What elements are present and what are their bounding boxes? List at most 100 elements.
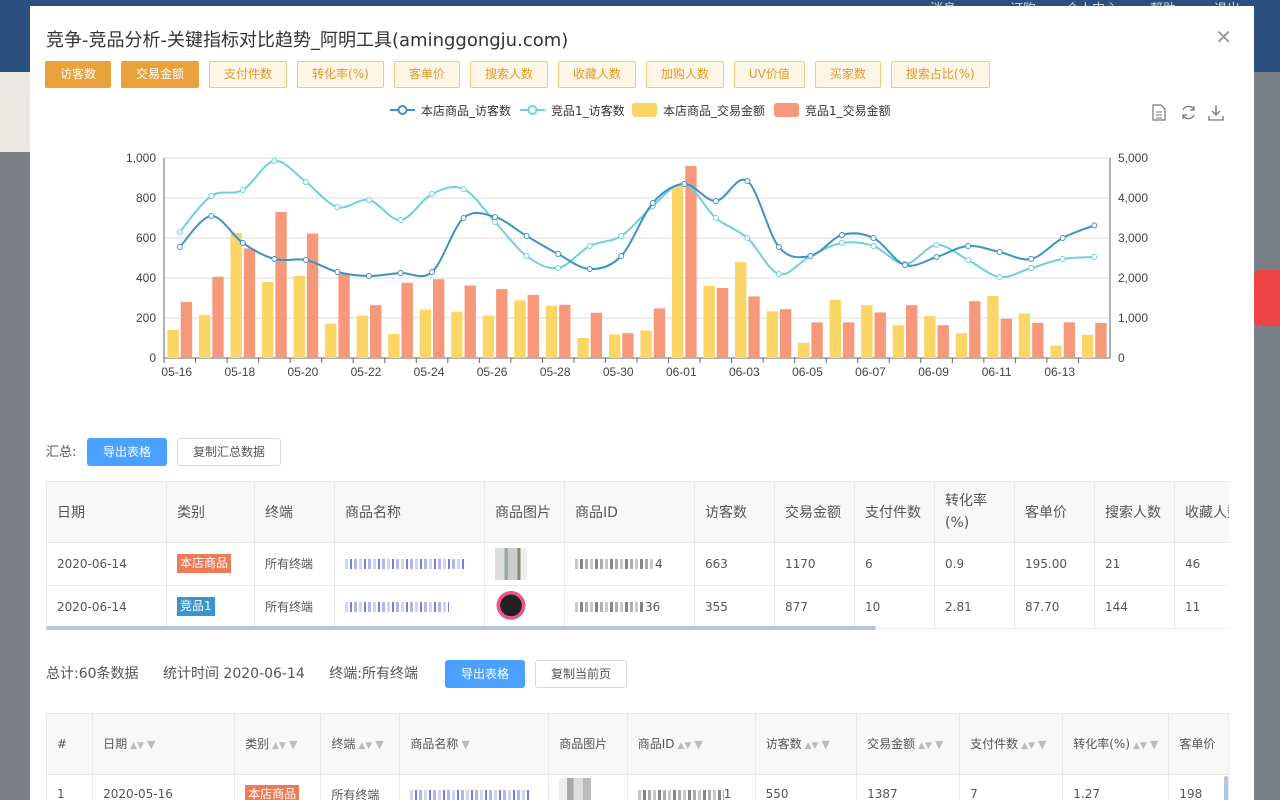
cell-search: 21: [1094, 542, 1175, 586]
detail-column-header[interactable]: 商品ID ▲▼ ▼: [627, 714, 756, 775]
bar-own-amount: [987, 296, 999, 358]
metric-button[interactable]: 转化率(%): [297, 61, 384, 88]
metric-button[interactable]: 交易金额: [121, 61, 200, 88]
point-own-visitors: [618, 253, 625, 259]
summary-column-header: 商品名称: [334, 482, 485, 543]
summary-column-header: 支付件数: [854, 482, 935, 543]
metric-button[interactable]: 搜索占比(%): [890, 61, 990, 88]
copy-summary-button[interactable]: 复制汇总数据: [177, 438, 281, 466]
bar-own-amount: [703, 286, 715, 358]
y-left-tick-label: 0: [149, 351, 156, 365]
point-own-visitors: [492, 214, 499, 220]
cell-index: 1: [47, 774, 94, 800]
detail-column-header[interactable]: 转化率(%) ▲▼ ▼: [1062, 714, 1170, 775]
cell-product-image: [484, 585, 565, 629]
column-label: 商品ID: [637, 737, 675, 752]
detail-column-header[interactable]: 交易金额 ▲▼ ▼: [856, 714, 961, 775]
product-thumbnail[interactable]: [495, 547, 527, 580]
filter-icon[interactable]: ▼: [289, 738, 297, 751]
detail-column-header[interactable]: 终端 ▲▼ ▼: [320, 714, 401, 775]
detail-column-header[interactable]: 支付件数 ▲▼ ▼: [959, 714, 1064, 775]
sort-icon[interactable]: ▲▼: [1133, 741, 1147, 751]
summary-column-header: 搜索人数: [1094, 482, 1175, 543]
type-tag: 竞品1: [177, 597, 215, 616]
legend-label: 本店商品_访客数: [421, 103, 511, 118]
y-left-tick-label: 600: [136, 231, 156, 245]
product-thumbnail[interactable]: [559, 778, 592, 800]
point-comp-visitors: [302, 179, 309, 185]
product-name-blurred[interactable]: [345, 559, 465, 569]
filter-icon[interactable]: ▼: [1150, 738, 1158, 751]
point-comp-visitors: [775, 271, 782, 277]
summary-table-scrollbar[interactable]: [46, 626, 876, 630]
filter-icon[interactable]: ▼: [461, 738, 469, 751]
detail-column-header[interactable]: 访客数 ▲▼ ▼: [755, 714, 858, 775]
sort-icon[interactable]: ▲▼: [918, 741, 932, 751]
detail-table: # 日期 ▲▼ ▼ 类别 ▲▼ ▼ 终端 ▲▼ ▼ 商品名称 ▼ 商品图片 商品ID ▲▼ ▼ 访客数 ▲▼ ▼ 交易…: [46, 713, 1229, 800]
detail-column-header[interactable]: 类别 ▲▼ ▼: [234, 714, 322, 775]
cell-conversion: 0.9: [934, 542, 1015, 586]
filter-icon[interactable]: ▼: [694, 738, 702, 751]
x-tick-label: 05-28: [540, 365, 571, 379]
bar-comp-amount: [369, 305, 382, 358]
point-comp-visitors: [334, 204, 341, 210]
detail-column-header: 商品名称 ▼: [399, 714, 550, 775]
bar-own-amount: [230, 232, 242, 358]
cell-product-name[interactable]: [334, 585, 485, 629]
cell-product-name[interactable]: [399, 774, 550, 800]
export-detail-button[interactable]: 导出表格: [445, 660, 525, 688]
sort-icon[interactable]: ▲▼: [805, 741, 819, 751]
product-name-blurred[interactable]: [410, 789, 531, 800]
cell-product-id: 4: [564, 542, 695, 586]
detail-table-scrollbar[interactable]: [1224, 776, 1228, 800]
x-tick-label: 05-20: [288, 365, 319, 379]
x-tick-label: 06-03: [729, 365, 760, 379]
metric-button[interactable]: 加购人数: [645, 61, 724, 88]
point-own-visitors: [334, 269, 341, 275]
point-own-visitors: [429, 269, 436, 275]
sort-icon[interactable]: ▲▼: [272, 741, 286, 751]
sort-icon[interactable]: ▲▼: [677, 741, 691, 751]
filter-icon[interactable]: ▼: [821, 738, 829, 751]
metric-button[interactable]: 支付件数: [209, 61, 288, 88]
metric-button[interactable]: UV价值: [733, 61, 805, 88]
cell-type: 本店商品: [234, 774, 322, 800]
point-own-visitors: [555, 251, 562, 257]
metric-toggle-group: 访客数 交易金额 支付件数 转化率(%) 客单价 搜索人数 收藏人数 加购人数 UV价值 买家数搜…: [45, 61, 1000, 88]
metric-button[interactable]: 收藏人数: [557, 61, 636, 88]
summary-column-header: 日期: [46, 482, 167, 543]
point-comp-visitors: [492, 219, 499, 225]
copy-page-button[interactable]: 复制当前页: [535, 660, 627, 688]
modal-title: 竞争-竞品分析-关键指标对比趋势_阿明工具(aminggongju.com): [46, 30, 569, 51]
x-tick-label: 06-11: [982, 365, 1012, 379]
legend-bar-swatch: [774, 103, 799, 117]
cell-product-image: [484, 542, 565, 586]
filter-icon[interactable]: ▼: [147, 738, 155, 751]
point-own-visitors: [302, 257, 309, 263]
type-tag: 本店商品: [245, 784, 300, 800]
product-name-blurred[interactable]: [345, 602, 449, 612]
sort-icon[interactable]: ▲▼: [1021, 741, 1035, 751]
product-thumbnail[interactable]: [495, 590, 527, 623]
bar-own-amount: [419, 309, 432, 358]
close-icon[interactable]: ✕: [1215, 26, 1232, 48]
bar-own-amount: [924, 316, 936, 358]
filter-icon[interactable]: ▼: [935, 738, 943, 751]
bar-comp-amount: [212, 276, 224, 358]
filter-icon[interactable]: ▼: [375, 738, 383, 751]
cell-product-name[interactable]: [334, 542, 485, 586]
metric-button[interactable]: 访客数: [45, 61, 112, 88]
legend-label: 本店商品_交易金额: [663, 103, 765, 118]
export-summary-button[interactable]: 导出表格: [87, 438, 167, 466]
total-count: 总计:60条数据: [46, 666, 139, 682]
detail-column-header[interactable]: 日期 ▲▼ ▼: [92, 714, 236, 775]
sort-icon[interactable]: ▲▼: [358, 741, 372, 751]
bar-comp-amount: [685, 166, 697, 358]
metric-button[interactable]: 搜索人数: [469, 61, 548, 88]
sort-icon[interactable]: ▲▼: [130, 741, 144, 751]
filter-icon[interactable]: ▼: [1038, 738, 1046, 751]
metric-button[interactable]: 客单价: [393, 61, 460, 88]
y-right-tick-label: 0: [1118, 351, 1125, 365]
point-own-visitors: [744, 178, 751, 184]
metric-button[interactable]: 买家数: [814, 61, 881, 88]
